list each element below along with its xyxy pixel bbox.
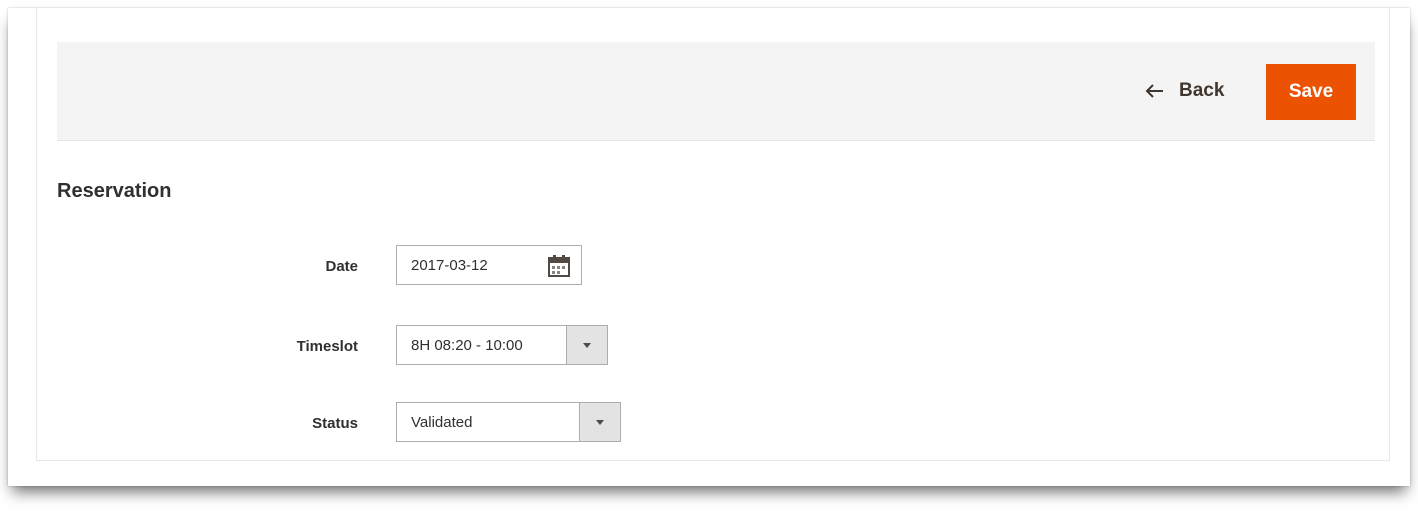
section-title: Reservation: [57, 180, 172, 202]
date-field[interactable]: 2017-03-12: [396, 245, 582, 285]
chevron-down-icon: [583, 342, 591, 348]
status-value: Validated: [411, 414, 473, 431]
date-value: 2017-03-12: [411, 257, 488, 274]
save-button[interactable]: Save: [1266, 64, 1356, 120]
arrow-left-icon: [1145, 84, 1165, 98]
content-panel: Back Save Reservation Date 2017-03-12 Ti…: [36, 8, 1390, 461]
back-label: Back: [1179, 80, 1225, 101]
status-select[interactable]: Validated: [396, 402, 621, 442]
back-button[interactable]: Back: [1145, 76, 1224, 106]
calendar-icon[interactable]: [547, 254, 571, 283]
page-actions-bar: Back Save: [57, 42, 1375, 141]
timeslot-dropdown-toggle[interactable]: [566, 326, 607, 364]
timeslot-select[interactable]: 8H 08:20 - 10:00: [396, 325, 608, 365]
timeslot-label: Timeslot: [296, 338, 358, 355]
date-label: Date: [325, 258, 358, 275]
timeslot-value: 8H 08:20 - 10:00: [411, 337, 523, 354]
status-label: Status: [312, 415, 358, 432]
status-dropdown-toggle[interactable]: [579, 403, 620, 441]
window-frame: Back Save Reservation Date 2017-03-12 Ti…: [8, 8, 1410, 486]
chevron-down-icon: [596, 419, 604, 425]
